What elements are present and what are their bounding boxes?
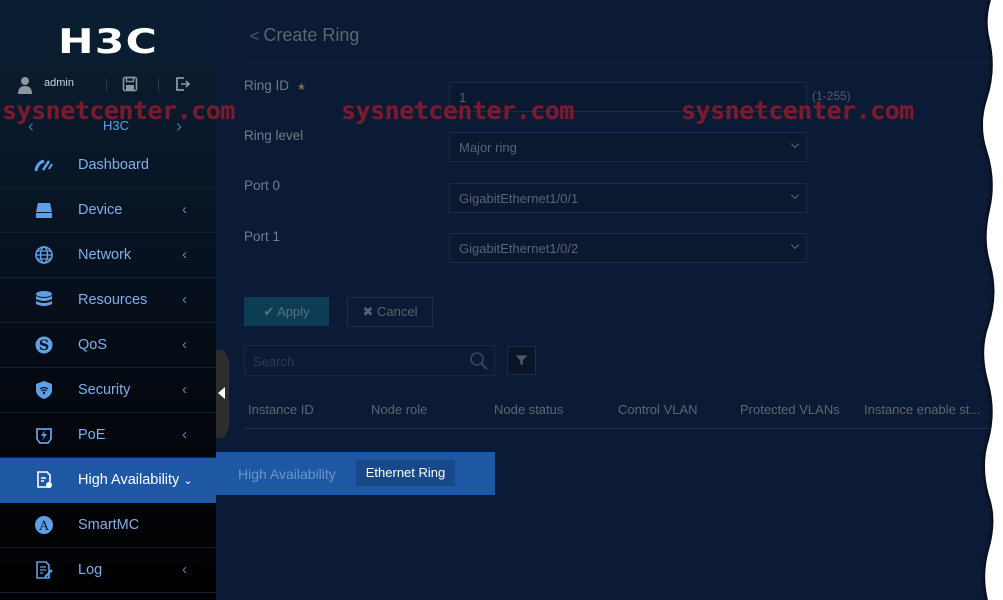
sidebar-item-label: Network <box>78 247 132 263</box>
svg-text:S: S <box>39 338 49 354</box>
device-icon <box>36 203 52 218</box>
divider <box>158 78 159 92</box>
sidebar: H3C admin ‹ H3C › Dashboard Device ‹ Net… <box>0 0 216 600</box>
username[interactable]: admin <box>44 77 74 89</box>
dashboard-icon <box>34 159 53 172</box>
sidebar-item-label: Resources <box>78 292 148 308</box>
svg-text:A: A <box>38 519 49 534</box>
sidebar-item-label: PoE <box>78 427 106 443</box>
shield-icon <box>36 381 52 399</box>
divider <box>246 62 1003 63</box>
filter-button[interactable] <box>507 346 536 375</box>
column-header[interactable]: Protected VLANs <box>740 402 840 417</box>
main-content: < Create Ring Ring ID ★ 1 (1-255) Ring lev… <box>216 0 1003 600</box>
poe-icon <box>36 428 52 444</box>
caret-left-icon <box>218 387 225 399</box>
sidebar-item-label: Device <box>78 202 123 218</box>
chevron-down-icon <box>790 139 800 149</box>
ring-level-select[interactable]: Major ring <box>449 132 807 162</box>
chevron-left-icon: ‹ <box>182 381 187 398</box>
column-header[interactable]: Control VLAN <box>618 402 697 417</box>
watermark: sysnetcenter.com <box>341 96 574 125</box>
sidebar-item-security[interactable]: Security ‹ <box>0 368 216 413</box>
sidebar-item-label: QoS <box>78 337 108 353</box>
port0-label: Port 0 <box>244 178 281 193</box>
submenu-flyout: High Availability Ethernet Ring <box>216 452 495 495</box>
column-header[interactable]: Instance ID <box>248 402 314 417</box>
chevron-left-icon: ‹ <box>182 291 187 308</box>
sidebar-item-network[interactable]: Network ‹ <box>0 233 216 278</box>
divider <box>106 78 107 92</box>
search-box <box>244 345 495 377</box>
globe-icon <box>35 246 53 264</box>
sidebar-item-resources[interactable]: Resources ‹ <box>0 278 216 323</box>
nav-menu: Dashboard Device ‹ Network ‹ Resources ‹… <box>0 143 216 593</box>
sidebar-item-label: Log <box>78 562 103 578</box>
sidebar-item-device[interactable]: Device ‹ <box>0 188 216 233</box>
submenu-item-ethernet-ring[interactable]: Ethernet Ring <box>356 460 455 486</box>
torn-edge <box>983 0 1003 600</box>
sidebar-collapse-handle[interactable] <box>216 350 229 438</box>
chevron-down-icon <box>790 240 800 250</box>
chevron-down-icon: ⌄ <box>183 475 193 487</box>
sidebar-item-label: Dashboard <box>78 157 149 173</box>
port0-select[interactable]: GigabitEthernet1/0/1 <box>449 183 807 213</box>
chevron-left-icon: ‹ <box>182 336 187 353</box>
sidebar-item-log[interactable]: Log ‹ <box>0 548 216 593</box>
sidebar-item-dashboard[interactable]: Dashboard <box>0 143 216 188</box>
search-icon[interactable] <box>469 351 489 371</box>
submenu-parent-label[interactable]: High Availability <box>238 466 336 482</box>
user-icon <box>18 77 32 94</box>
sidebar-item-qos[interactable]: S QoS ‹ <box>0 323 216 368</box>
chevron-left-icon: ‹ <box>182 426 187 443</box>
h3c-logo: H3C <box>57 22 159 62</box>
sidebar-item-poe[interactable]: PoE ‹ <box>0 413 216 458</box>
chevron-left-icon: ‹ <box>182 561 187 578</box>
high-availability-icon <box>37 471 52 488</box>
ring-id-label: Ring ID ★ <box>244 78 306 93</box>
port1-label: Port 1 <box>244 229 281 244</box>
user-bar: admin <box>0 72 216 98</box>
logout-icon[interactable] <box>174 76 190 92</box>
sidebar-item-label: SmartMC <box>78 517 140 533</box>
column-header[interactable]: Node status <box>494 402 563 417</box>
ring-level-label: Ring level <box>244 128 304 143</box>
database-icon <box>36 291 52 306</box>
smartmc-icon: A <box>35 516 53 534</box>
watermark: sysnetcenter.com <box>681 96 914 125</box>
cancel-button[interactable]: ✖ Cancel <box>347 297 433 327</box>
sidebar-item-label: Security <box>78 382 131 398</box>
apply-button[interactable]: ✔ Apply <box>244 297 329 326</box>
sidebar-item-high-availability[interactable]: High Availability ⌄ <box>0 458 216 503</box>
chevron-left-icon: ‹ <box>182 201 187 218</box>
port1-select[interactable]: GigabitEthernet1/0/2 <box>449 233 807 263</box>
required-star-icon: ★ <box>297 82 306 93</box>
search-input[interactable] <box>245 346 475 377</box>
chevron-left-icon: ‹ <box>182 246 187 263</box>
back-icon[interactable]: < <box>250 28 259 45</box>
column-header[interactable]: Node role <box>371 402 427 417</box>
chevron-down-icon <box>790 190 800 200</box>
log-icon <box>36 561 53 579</box>
filter-icon <box>515 355 528 366</box>
qos-icon: S <box>35 336 53 354</box>
sidebar-item-label: High Availability ⌄ <box>78 472 193 488</box>
sidebar-item-smartmc[interactable]: A SmartMC <box>0 503 216 548</box>
table-header: Instance ID Node role Node status Contro… <box>244 392 1003 429</box>
watermark: sysnetcenter.com <box>2 96 235 125</box>
page-title: < Create Ring <box>250 25 360 45</box>
save-icon[interactable] <box>122 76 138 92</box>
